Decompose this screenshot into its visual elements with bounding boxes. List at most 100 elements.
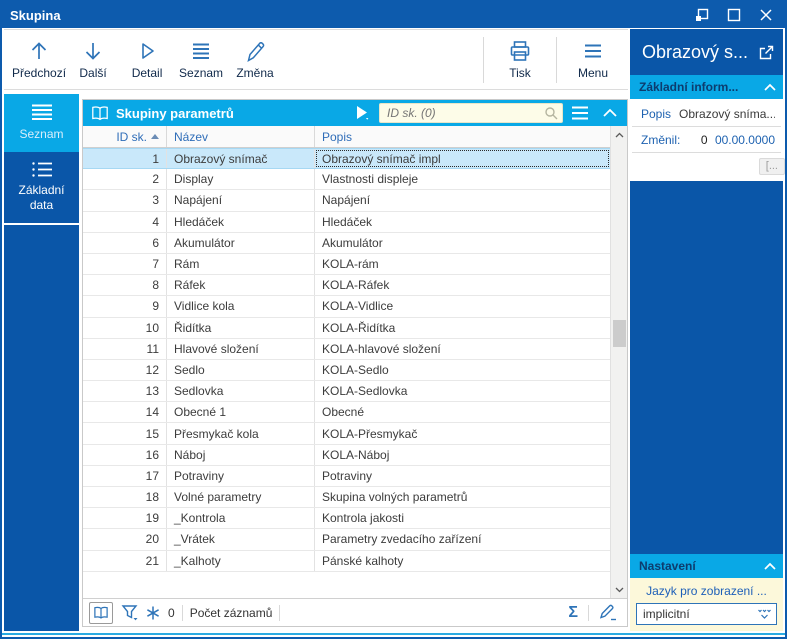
cell-popis[interactable]: Napájení — [315, 190, 610, 210]
table-row[interactable]: 2 Display Vlastnosti displeje — [83, 169, 610, 191]
cell-popis[interactable]: KOLA-Vidlice — [315, 296, 610, 316]
cell-popis[interactable]: KOLA-Řidítka — [315, 318, 610, 338]
menu-button[interactable]: Menu — [566, 34, 620, 86]
cell-nazev[interactable]: Display — [167, 169, 315, 190]
cell-popis[interactable]: Vlastnosti displeje — [315, 169, 610, 189]
close-icon[interactable] — [755, 5, 777, 25]
cell-nazev[interactable]: Hledáček — [167, 211, 315, 232]
grid-menu-icon[interactable] — [567, 102, 593, 124]
column-header-popis[interactable]: Popis — [315, 126, 610, 147]
book-view-toggle[interactable] — [89, 601, 113, 624]
cell-nazev[interactable]: Rám — [167, 253, 315, 275]
cell-id[interactable]: 16 — [83, 444, 167, 465]
cell-id[interactable]: 8 — [83, 275, 167, 296]
cell-id[interactable]: 4 — [83, 211, 167, 232]
cell-id[interactable]: 20 — [83, 529, 167, 550]
cell-popis[interactable]: KOLA-Ráfek — [315, 275, 610, 295]
table-row[interactable]: 6 Akumulátor Akumulátor — [83, 232, 610, 254]
cell-popis[interactable]: KOLA-Přesmykač — [315, 423, 610, 443]
cell-nazev[interactable]: Hlavové složení — [167, 338, 315, 359]
cell-popis[interactable]: Skupina volných parametrů — [315, 487, 610, 507]
cell-nazev[interactable]: Náboj — [167, 444, 315, 465]
next-button[interactable]: Další — [66, 34, 120, 86]
cell-popis[interactable]: Potraviny — [315, 466, 610, 486]
cell-nazev[interactable]: Obecné 1 — [167, 402, 315, 423]
print-button[interactable]: Tisk — [493, 34, 547, 86]
cell-nazev[interactable]: _Kontrola — [167, 508, 315, 529]
detail-button[interactable]: Detail — [120, 34, 174, 86]
sidebar-tab-zakladni-data[interactable]: Základní data — [4, 152, 79, 225]
edit-icon[interactable] — [596, 602, 621, 624]
cell-popis[interactable]: KOLA-rám — [315, 254, 610, 274]
field-popis[interactable]: Popis Obrazový sníma... — [632, 101, 781, 127]
cell-popis[interactable]: Akumulátor — [315, 233, 610, 253]
table-row[interactable]: 15 Přesmykač kola KOLA-Přesmykač — [83, 423, 610, 445]
cell-popis[interactable]: KOLA-Sedlovka — [315, 381, 610, 401]
table-row[interactable]: 1 Obrazový snímač Obrazový snímač impl — [83, 148, 610, 170]
cell-nazev[interactable]: Vidlice kola — [167, 296, 315, 317]
cell-nazev[interactable]: Napájení — [167, 190, 315, 211]
cell-id[interactable]: 12 — [83, 359, 167, 381]
table-row[interactable]: 16 Náboj KOLA-Náboj — [83, 444, 610, 466]
cell-nazev[interactable]: _Vrátek — [167, 529, 315, 550]
cell-id[interactable]: 6 — [83, 232, 167, 253]
table-row[interactable]: 19 _Kontrola Kontrola jakosti — [83, 508, 610, 530]
cell-id[interactable]: 13 — [83, 381, 167, 402]
cell-popis[interactable]: Obecné — [315, 402, 610, 422]
run-filter-icon[interactable] — [353, 104, 371, 122]
column-header-nazev[interactable]: Název — [167, 126, 315, 147]
cell-id[interactable]: 10 — [83, 317, 167, 338]
cell-id[interactable]: 15 — [83, 423, 167, 444]
cell-id[interactable]: 2 — [83, 169, 167, 190]
filter-icon[interactable] — [118, 602, 142, 624]
cell-popis[interactable]: Kontrola jakosti — [315, 508, 610, 528]
cell-id[interactable]: 18 — [83, 487, 167, 508]
cell-id[interactable]: 9 — [83, 296, 167, 317]
table-row[interactable]: 20 _Vrátek Parametry zvedacího zařízení — [83, 529, 610, 551]
cell-id[interactable]: 17 — [83, 465, 167, 486]
cell-nazev[interactable]: Obrazový snímač — [167, 149, 315, 169]
sum-icon[interactable]: Σ — [565, 602, 581, 624]
cell-nazev[interactable]: Sedlovka — [167, 381, 315, 402]
chevron-up-icon[interactable] — [763, 561, 777, 571]
list-button[interactable]: Seznam — [174, 34, 228, 86]
cell-id[interactable]: 19 — [83, 508, 167, 529]
cell-nazev[interactable]: Ráfek — [167, 275, 315, 296]
cell-id[interactable]: 21 — [83, 550, 167, 571]
dock-window-icon[interactable] — [691, 5, 713, 25]
cell-nazev[interactable]: Sedlo — [167, 359, 315, 381]
table-row[interactable]: 18 Volné parametry Skupina volných paramet… — [83, 487, 610, 509]
chevron-up-icon[interactable] — [763, 82, 777, 92]
cell-nazev[interactable]: Akumulátor — [167, 232, 315, 253]
cell-id[interactable]: 3 — [83, 190, 167, 211]
cell-popis[interactable]: Parametry zvedacího zařízení — [315, 529, 610, 549]
change-button[interactable]: Změna — [228, 34, 282, 86]
cell-id[interactable]: 11 — [83, 338, 167, 359]
column-header-id[interactable]: ID sk. — [83, 126, 167, 147]
table-row[interactable]: 4 Hledáček Hledáček — [83, 211, 610, 233]
cell-id[interactable]: 7 — [83, 253, 167, 275]
cell-popis[interactable]: KOLA-Sedlo — [315, 360, 610, 380]
table-row[interactable]: 21 _Kalhoty Pánské kalhoty — [83, 550, 610, 572]
cell-nazev[interactable]: Řidítka — [167, 317, 315, 338]
search-input[interactable] — [387, 106, 544, 120]
vertical-scrollbar[interactable] — [610, 126, 627, 598]
cell-popis[interactable]: KOLA-hlavové složení — [315, 339, 610, 359]
scroll-down-icon[interactable] — [611, 581, 628, 598]
table-row[interactable]: 12 Sedlo KOLA-Sedlo — [83, 359, 610, 382]
cell-popis[interactable]: Pánské kalhoty — [315, 551, 610, 571]
scrollbar-thumb[interactable] — [613, 319, 626, 347]
field-zmenil[interactable]: Změnil: 0 00.00.0000 — [632, 127, 781, 153]
table-row[interactable]: 13 Sedlovka KOLA-Sedlovka — [83, 381, 610, 403]
table-row[interactable]: 3 Napájení Napájení — [83, 190, 610, 212]
language-select[interactable]: implicitní — [636, 603, 777, 625]
collapse-panel-icon[interactable] — [597, 102, 623, 124]
table-row[interactable]: 14 Obecné 1 Obecné — [83, 402, 610, 424]
previous-button[interactable]: Předchozí — [12, 34, 66, 86]
cell-popis[interactable]: Obrazový snímač impl — [315, 149, 610, 168]
table-row[interactable]: 9 Vidlice kola KOLA-Vidlice — [83, 296, 610, 318]
related-records-icon[interactable] — [142, 602, 164, 624]
cell-nazev[interactable]: Volné parametry — [167, 487, 315, 508]
sidebar-tab-seznam[interactable]: Seznam — [4, 94, 79, 152]
cell-id[interactable]: 1 — [83, 149, 167, 169]
